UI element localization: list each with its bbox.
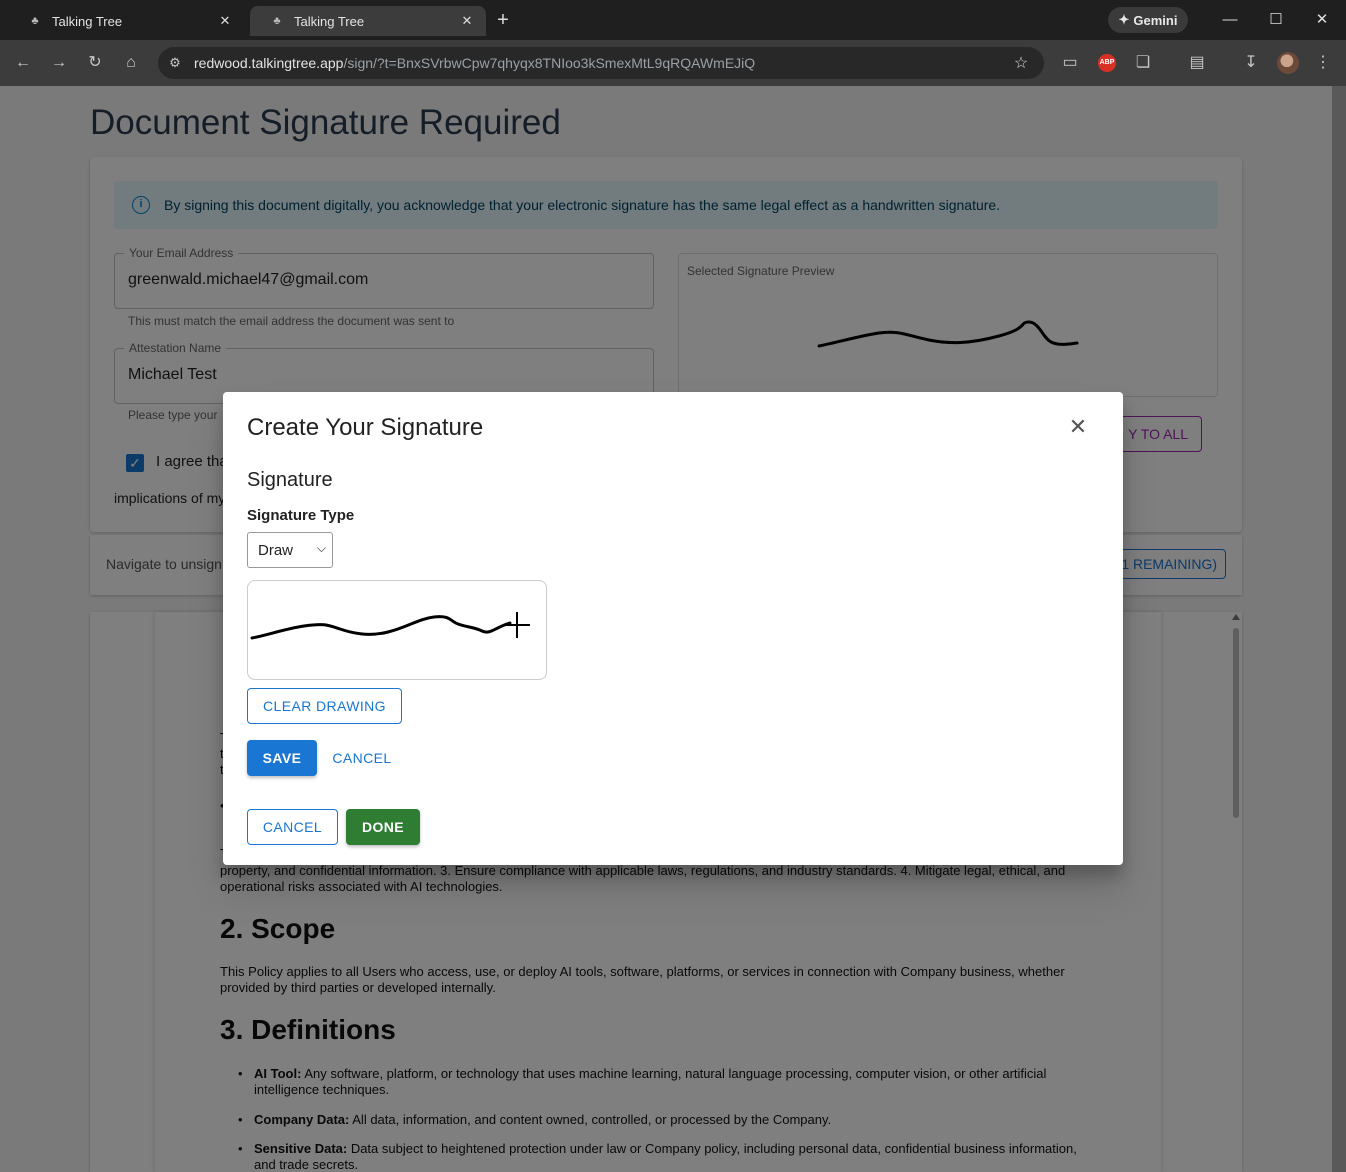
reload-icon[interactable]: ↻ [83, 51, 107, 75]
save-button[interactable]: SAVE [247, 740, 317, 776]
crosshair-cursor-icon [504, 612, 530, 638]
signature-type-select[interactable]: Draw ⌵ [247, 532, 333, 568]
tree-favicon: ♣ [31, 15, 39, 27]
gemini-label: Gemini [1133, 12, 1178, 28]
menu-icon[interactable]: ⋮ [1311, 51, 1335, 75]
tree-favicon: ♣ [273, 15, 281, 27]
site-info-icon[interactable]: ⚙ [160, 55, 190, 71]
clear-drawing-button[interactable]: CLEAR DRAWING [247, 688, 402, 724]
signature-type-value: Draw [258, 541, 294, 559]
tab-title: Talking Tree [294, 13, 365, 29]
minimize-icon[interactable]: — [1218, 8, 1242, 32]
star-icon[interactable]: ☆ [1006, 53, 1036, 73]
done-button[interactable]: DONE [346, 809, 420, 845]
address-bar[interactable]: ⚙ redwood.talkingtree.app/sign/?t=BnxSVr… [158, 47, 1044, 79]
reading-list-icon[interactable]: ▤ [1185, 51, 1209, 75]
chevron-down-icon: ⌵ [316, 541, 326, 555]
tab-title: Talking Tree [52, 13, 123, 29]
create-signature-dialog: Create Your Signature ✕ Signature Signat… [223, 392, 1123, 865]
maximize-icon[interactable]: ☐ [1264, 8, 1288, 32]
browser-toolbar: ← → ↻ ⌂ ⚙ redwood.talkingtree.app/sign/?… [0, 40, 1346, 86]
url-path: /sign/?t=BnxSVrbwCpw7qhyqx8TNIoo3kSmexMt… [343, 55, 756, 71]
page-scrollbar[interactable] [1332, 86, 1346, 1172]
url-text[interactable]: redwood.talkingtree.app/sign/?t=BnxSVrbw… [190, 55, 1006, 71]
forward-icon[interactable]: → [47, 51, 71, 75]
cancel-drawing-button[interactable]: CANCEL [327, 740, 397, 776]
browser-tab[interactable]: ♣ Talking Tree ✕ [8, 6, 244, 36]
signature-type-label: Signature Type [247, 507, 355, 524]
back-icon[interactable]: ← [11, 51, 35, 75]
window-close-icon[interactable]: ✕ [1310, 8, 1334, 32]
gemini-sparkle-icon: ✦ [1118, 12, 1130, 27]
dialog-title: Create Your Signature [247, 414, 484, 441]
new-tab-button[interactable]: + [492, 9, 514, 31]
extension-icon[interactable]: ▭ [1058, 51, 1082, 75]
avatar[interactable] [1277, 52, 1299, 74]
browser-tab-strip: ♣ Talking Tree ✕ ♣ Talking Tree ✕ + ✦ Ge… [0, 0, 1346, 40]
close-icon[interactable]: ✕ [216, 12, 234, 30]
signature-section-title: Signature [247, 469, 333, 491]
plus-icon: + [497, 9, 509, 31]
home-icon[interactable]: ⌂ [119, 51, 143, 75]
signature-drawing-canvas[interactable] [247, 580, 547, 680]
close-icon[interactable]: ✕ [1066, 415, 1090, 439]
browser-tab-active[interactable]: ♣ Talking Tree ✕ [250, 6, 486, 36]
close-icon[interactable]: ✕ [458, 12, 476, 30]
cancel-button[interactable]: CANCEL [247, 809, 338, 845]
download-icon[interactable]: ↧ [1239, 51, 1263, 75]
adblock-icon[interactable]: ABP [1098, 54, 1116, 72]
url-host: redwood.talkingtree.app [194, 55, 344, 71]
gemini-button[interactable]: ✦ Gemini [1108, 7, 1188, 33]
puzzle-icon[interactable]: ❏ [1131, 51, 1155, 75]
